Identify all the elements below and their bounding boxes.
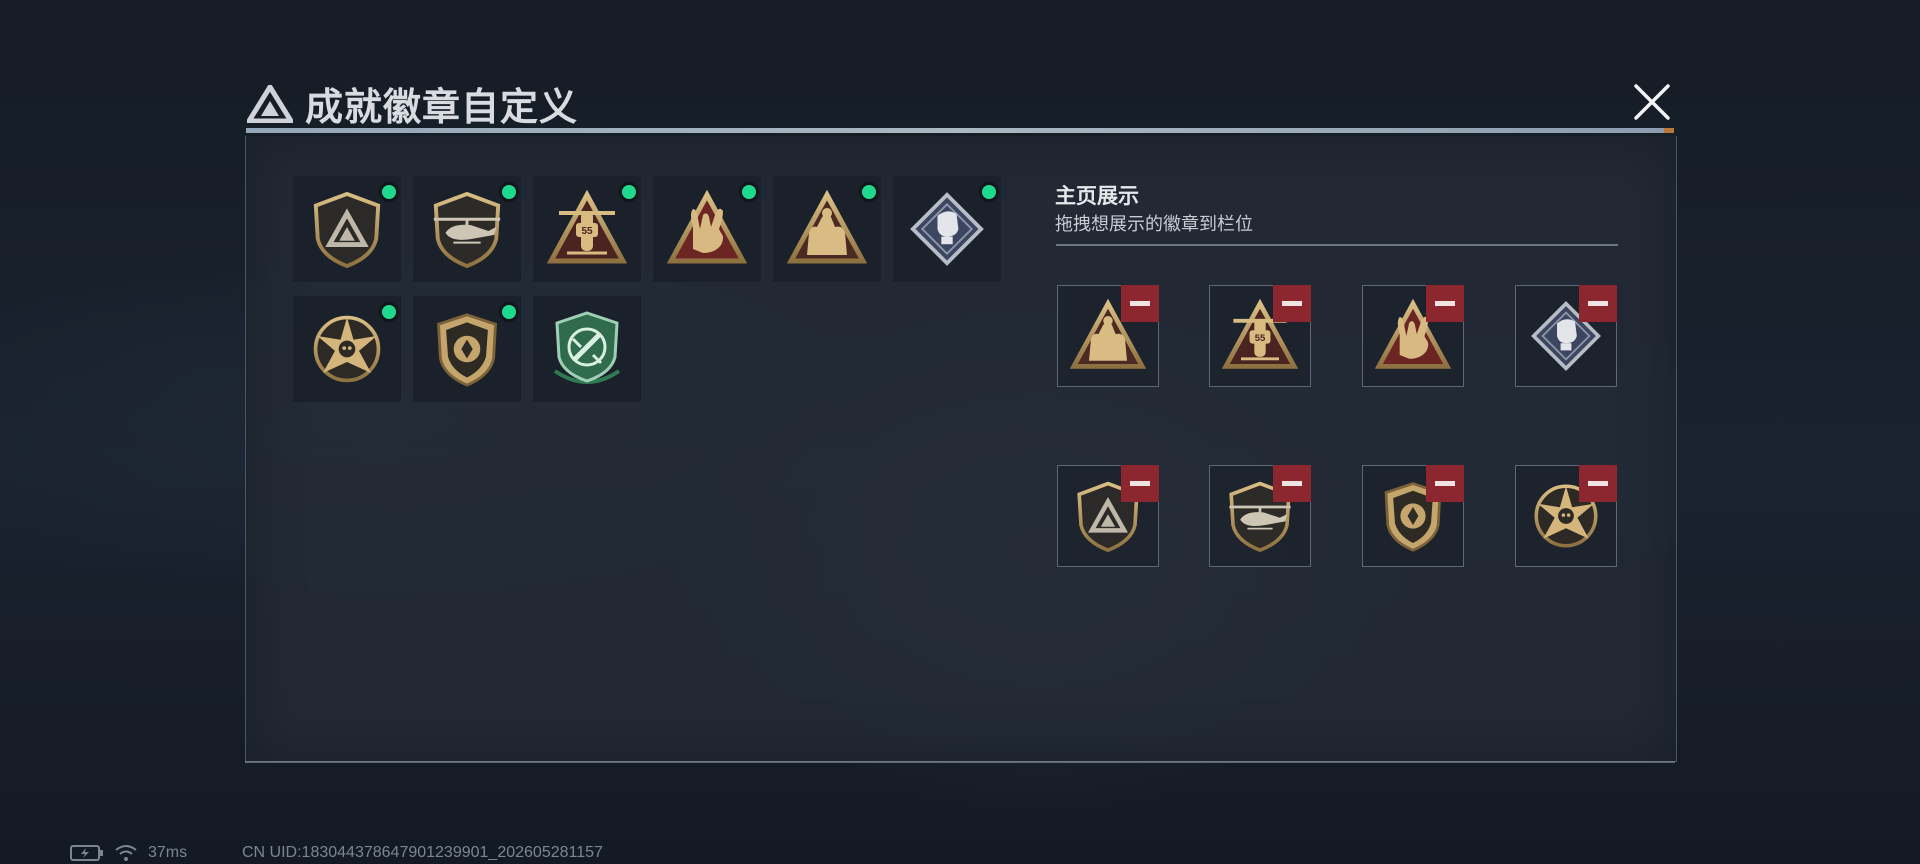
showcase-title: 主页展示 [1055,185,1139,208]
remove-button[interactable] [1121,285,1159,322]
wifi-icon [115,845,137,861]
minus-icon [1435,301,1455,306]
ping-text: 37ms [148,844,188,861]
minus-icon [1282,301,1302,306]
equipped-indicator [979,182,999,202]
squad-triangle-badge-icon [787,189,867,269]
remove-button[interactable] [1273,465,1311,502]
minus-icon [1130,301,1150,306]
showcase-divider [1056,244,1618,246]
minus-icon [1588,481,1608,486]
remove-button[interactable] [1273,285,1311,322]
minus-icon [1435,481,1455,486]
crest-shield-badge-icon [429,311,505,387]
equipped-indicator [859,182,879,202]
inventory-badge-green-knife[interactable] [533,296,641,402]
close-button[interactable] [1626,78,1678,126]
uid-text: CN UID:183044378647901239901_20260528115… [242,844,603,861]
inventory-badge-helicopter[interactable] [413,176,521,282]
equipped-indicator [379,302,399,322]
triangle-shield-badge-icon [308,190,386,268]
showcase-slot-7[interactable] [1362,465,1464,567]
remove-button[interactable] [1121,465,1159,502]
equipped-indicator [619,182,639,202]
rock-hand-triangle-badge-icon [667,189,747,269]
remove-button[interactable] [1579,285,1617,322]
helicopter-badge-icon [428,190,506,268]
inventory-badge-fist-diamond[interactable] [893,176,1001,282]
battery-charging-icon [70,845,103,861]
inventory-badge-triangle-shield[interactable] [293,176,401,282]
showcase-slot-6[interactable] [1209,465,1311,567]
remove-button[interactable] [1579,465,1617,502]
showcase-slot-4[interactable] [1515,285,1617,387]
remove-button[interactable] [1426,285,1464,322]
equipped-indicator [499,302,519,322]
minus-icon [1588,301,1608,306]
55-helicopter-triangle-badge-icon [547,189,627,269]
equipped-indicator [499,182,519,202]
remove-button[interactable] [1426,465,1464,502]
inventory-badge-star-skull[interactable] [293,296,401,402]
showcase-slot-1[interactable] [1057,285,1159,387]
equipped-indicator [379,182,399,202]
equipped-indicator [739,182,759,202]
inventory-badge-crest-shield[interactable] [413,296,521,402]
showcase-slot-5[interactable] [1057,465,1159,567]
showcase-subtitle: 拖拽想展示的徽章到栏位 [1055,214,1253,234]
close-icon [1634,84,1670,120]
panel-bottom-divider [245,761,1675,763]
showcase-slot-3[interactable] [1362,285,1464,387]
green-knife-shield-badge-icon [547,309,627,389]
fist-diamond-badge-icon [909,191,985,267]
star-skull-badge-icon [310,312,384,386]
showcase-slot-8[interactable] [1515,465,1617,567]
inventory-badge-rock-hand[interactable] [653,176,761,282]
logo-triangle-icon [247,84,293,123]
minus-icon [1130,481,1150,486]
inventory-badge-55-heli[interactable] [533,176,641,282]
modal-title: 成就徽章自定义 [305,87,579,129]
minus-icon [1282,481,1302,486]
showcase-slot-2[interactable] [1209,285,1311,387]
title-divider [246,128,1674,133]
modal-header: 成就徽章自定义 [247,76,578,131]
inventory-badge-squad[interactable] [773,176,881,282]
status-bar: 37ms [70,844,187,862]
